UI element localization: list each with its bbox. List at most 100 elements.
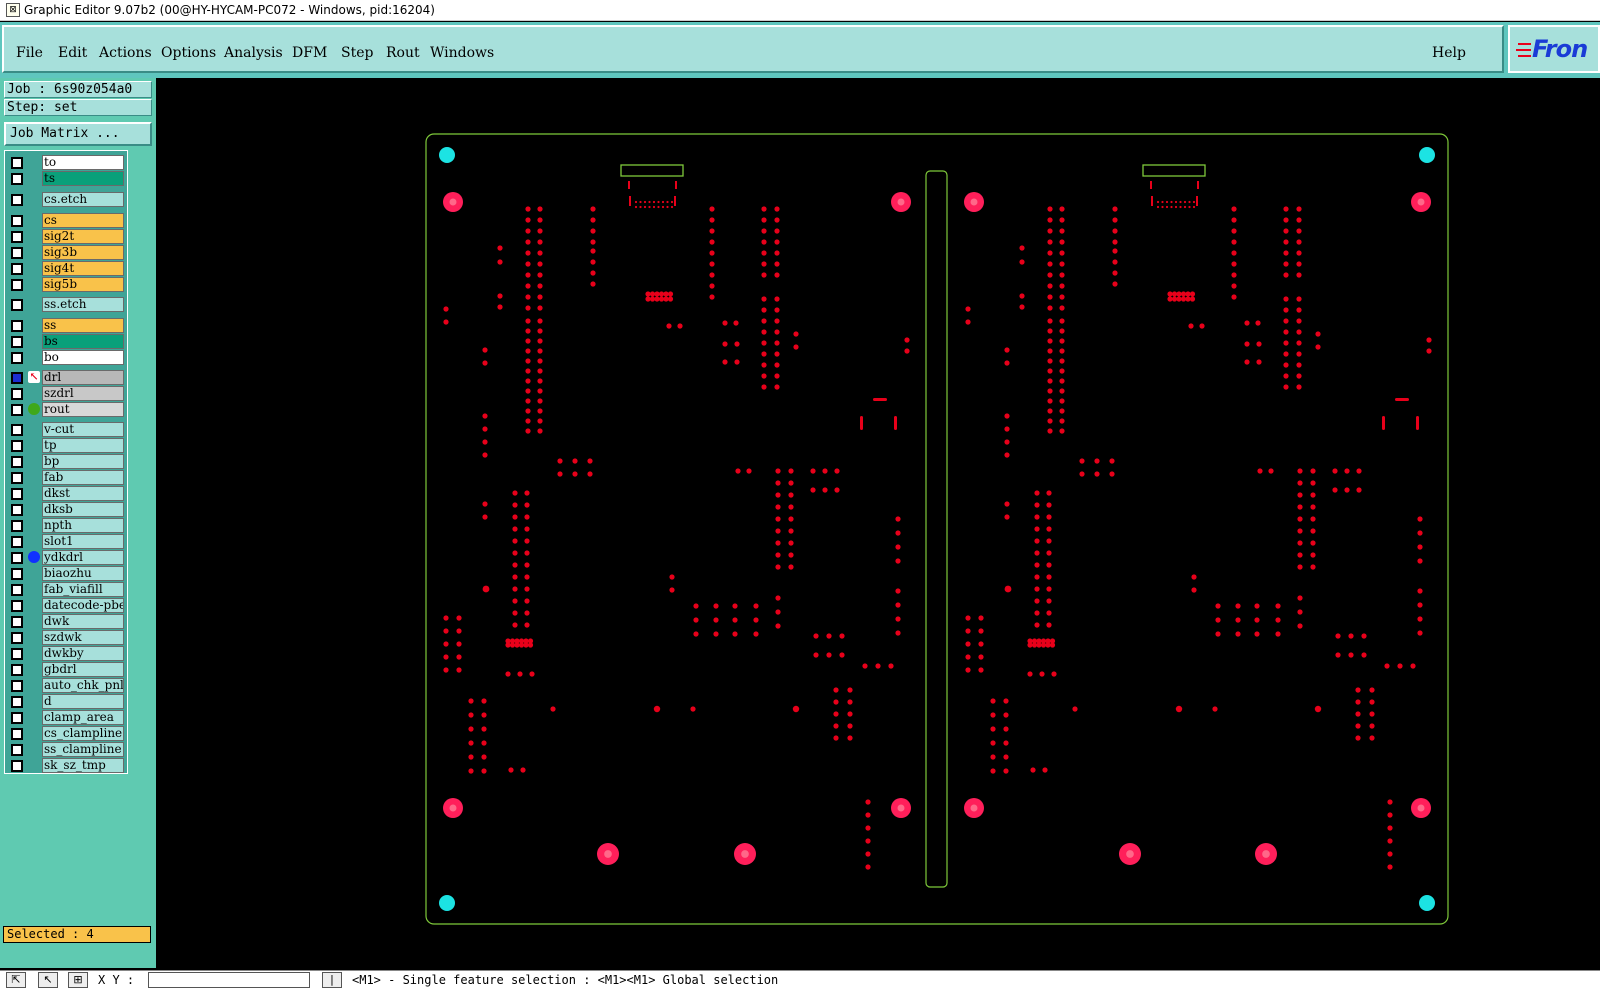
layer-checkbox[interactable] — [11, 263, 23, 275]
layer-checkbox[interactable] — [11, 520, 23, 532]
layer-row-auto_chk_pnl[interactable]: auto_chk_pnl — [7, 678, 125, 693]
layer-checkbox[interactable] — [11, 616, 23, 628]
layer-checkbox[interactable] — [11, 173, 23, 185]
layer-row-sig3b[interactable]: sig3b — [7, 245, 125, 260]
layer-checkbox[interactable] — [11, 584, 23, 596]
layer-row-cs_clampline[interactable]: cs_clampline — [7, 726, 125, 741]
layer-row-rout[interactable]: rout — [7, 402, 125, 417]
layer-name[interactable]: v-cut — [42, 422, 124, 437]
layer-name[interactable]: sig2t — [42, 229, 124, 244]
menu-dfm[interactable]: DFM — [292, 45, 327, 61]
layer-row-slot1[interactable]: slot1 — [7, 534, 125, 549]
layer-checkbox[interactable] — [11, 336, 23, 348]
layer-checkbox[interactable] — [11, 157, 23, 169]
layer-name[interactable]: rout — [42, 402, 124, 417]
layer-checkbox[interactable] — [11, 231, 23, 243]
layer-checkbox[interactable] — [11, 404, 23, 416]
layer-row-bs[interactable]: bs — [7, 334, 125, 349]
layer-checkbox[interactable] — [11, 744, 23, 756]
layer-checkbox[interactable] — [11, 696, 23, 708]
menu-step[interactable]: Step — [341, 45, 373, 61]
layer-row-ydkdrl[interactable]: ydkdrl — [7, 550, 125, 565]
layer-checkbox[interactable] — [11, 600, 23, 612]
layer-name[interactable]: dwk — [42, 614, 124, 629]
layer-row-cs[interactable]: cs — [7, 213, 125, 228]
layer-checkbox[interactable] — [11, 320, 23, 332]
layer-name[interactable]: auto_chk_pnl — [42, 678, 124, 693]
layer-row-szdrl[interactable]: szdrl — [7, 386, 125, 401]
layer-name[interactable]: tp — [42, 438, 124, 453]
layer-row-datecode-pbe[interactable]: datecode-pbe — [7, 598, 125, 613]
xy-input[interactable] — [148, 972, 310, 988]
layer-name[interactable]: bp — [42, 454, 124, 469]
layer-row-sig2t[interactable]: sig2t — [7, 229, 125, 244]
layer-checkbox[interactable] — [11, 712, 23, 724]
layer-checkbox[interactable] — [11, 194, 23, 206]
layer-name[interactable]: cs — [42, 213, 124, 228]
layer-checkbox[interactable] — [11, 552, 23, 564]
menu-options[interactable]: Options — [161, 45, 216, 61]
layer-name[interactable]: ydkdrl — [42, 550, 124, 565]
layer-checkbox[interactable] — [11, 352, 23, 364]
layer-name[interactable]: ts — [42, 171, 124, 186]
layer-checkbox[interactable] — [11, 504, 23, 516]
layer-checkbox[interactable] — [11, 372, 23, 384]
layer-row-dksb[interactable]: dksb — [7, 502, 125, 517]
layer-name[interactable]: d — [42, 694, 124, 709]
layer-name[interactable]: npth — [42, 518, 124, 533]
layer-name[interactable]: ss_clampline — [42, 742, 124, 757]
layer-checkbox[interactable] — [11, 664, 23, 676]
layer-name[interactable]: gbdrl — [42, 662, 124, 677]
layer-row-v-cut[interactable]: v-cut — [7, 422, 125, 437]
layer-row-biaozhu[interactable]: biaozhu — [7, 566, 125, 581]
layer-row-npth[interactable]: npth — [7, 518, 125, 533]
layer-row-dwkby[interactable]: dwkby — [7, 646, 125, 661]
layer-checkbox[interactable] — [11, 247, 23, 259]
layer-row-cs.etch[interactable]: cs.etch — [7, 192, 125, 207]
layer-name[interactable]: bs — [42, 334, 124, 349]
menu-windows[interactable]: Windows — [430, 45, 494, 61]
layer-row-fab[interactable]: fab — [7, 470, 125, 485]
layer-checkbox[interactable] — [11, 728, 23, 740]
layer-name[interactable]: fab — [42, 470, 124, 485]
layer-row-to[interactable]: to — [7, 155, 125, 170]
layer-row-ss.etch[interactable]: ss.etch — [7, 297, 125, 312]
layer-checkbox[interactable] — [11, 472, 23, 484]
layer-row-ts[interactable]: ts — [7, 171, 125, 186]
layer-name[interactable]: bo — [42, 350, 124, 365]
layer-row-ss_clampline[interactable]: ss_clampline — [7, 742, 125, 757]
layer-name[interactable]: biaozhu — [42, 566, 124, 581]
layer-name[interactable]: ss — [42, 318, 124, 333]
layer-name[interactable]: fab_viafill — [42, 582, 124, 597]
layer-row-d[interactable]: d — [7, 694, 125, 709]
layer-name[interactable]: clamp_area — [42, 710, 124, 725]
layer-checkbox[interactable] — [11, 488, 23, 500]
layer-checkbox[interactable] — [11, 456, 23, 468]
layer-checkbox[interactable] — [11, 215, 23, 227]
layer-checkbox[interactable] — [11, 568, 23, 580]
layer-name[interactable]: dwkby — [42, 646, 124, 661]
layer-name[interactable]: drl — [42, 370, 124, 385]
layer-name[interactable]: sig4t — [42, 261, 124, 276]
layer-name[interactable]: cs.etch — [42, 192, 124, 207]
layer-row-sig4t[interactable]: sig4t — [7, 261, 125, 276]
layer-checkbox[interactable] — [11, 648, 23, 660]
layer-name[interactable]: szdrl — [42, 386, 124, 401]
layer-checkbox[interactable] — [11, 760, 23, 772]
layer-name[interactable]: slot1 — [42, 534, 124, 549]
menu-actions[interactable]: Actions — [99, 45, 152, 61]
menu-edit[interactable]: Edit — [58, 45, 87, 61]
job-matrix-button[interactable]: Job Matrix ... — [4, 122, 152, 146]
layer-name[interactable]: szdwk — [42, 630, 124, 645]
graphic-canvas[interactable] — [156, 78, 1600, 970]
layer-name[interactable]: ss.etch — [42, 297, 124, 312]
layer-row-sig5b[interactable]: sig5b — [7, 277, 125, 292]
layer-name[interactable]: sk_sz_tmp — [42, 758, 124, 773]
layer-row-ss[interactable]: ss — [7, 318, 125, 333]
layer-checkbox[interactable] — [11, 388, 23, 400]
layer-row-sk_sz_tmp[interactable]: sk_sz_tmp — [7, 758, 125, 773]
layer-name[interactable]: datecode-pbe — [42, 598, 124, 613]
layer-row-szdwk[interactable]: szdwk — [7, 630, 125, 645]
layer-row-bp[interactable]: bp — [7, 454, 125, 469]
layer-checkbox[interactable] — [11, 299, 23, 311]
